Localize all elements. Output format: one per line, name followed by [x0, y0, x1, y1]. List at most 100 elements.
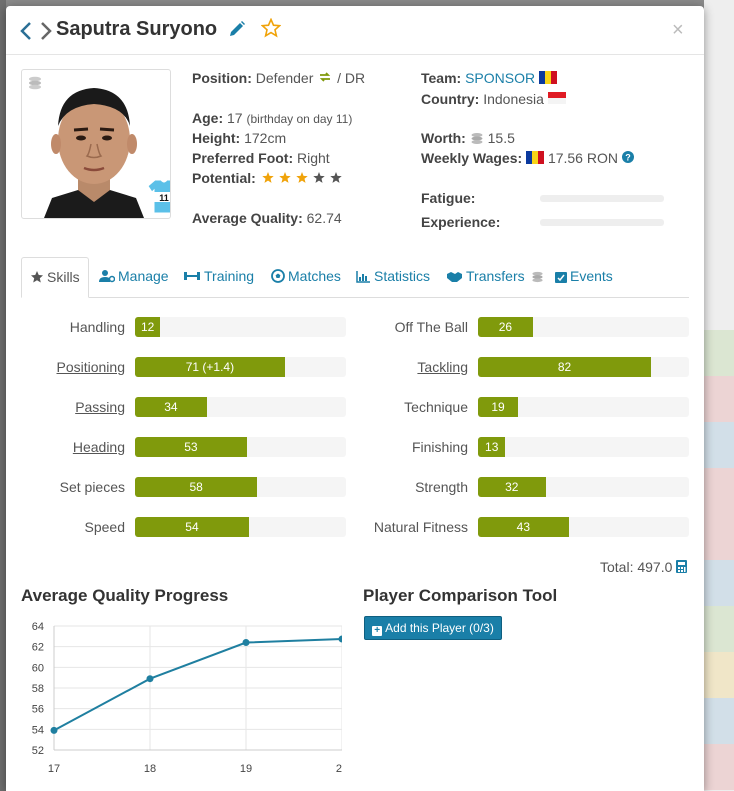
skill-label[interactable]: Positioning — [6, 359, 126, 375]
foot-row: Preferred Foot: Right — [192, 150, 330, 166]
birthday-note: (birthday on day 11) — [246, 112, 353, 126]
skill-bar-fill: 82 — [478, 357, 652, 377]
potential-star-filled — [262, 172, 274, 183]
close-button[interactable]: × — [672, 19, 684, 42]
skill-bar-track: 13 — [478, 437, 689, 457]
foot-label: Preferred Foot: — [192, 150, 294, 166]
player-photo: 11 — [21, 69, 171, 219]
tab-skills-label: Skills — [47, 269, 80, 285]
player-name: Saputra Suryono — [56, 18, 218, 40]
skill-bar-fill: 53 — [135, 437, 247, 457]
skill-label: Set pieces — [59, 479, 125, 495]
chevron-right-icon[interactable] — [40, 22, 52, 40]
soccer-ball-icon — [271, 269, 285, 283]
indonesia-flag-icon — [547, 92, 566, 104]
favorite-star-icon[interactable] — [261, 18, 281, 38]
add-player-button[interactable]: + Add this Player (0/3) — [364, 616, 502, 640]
user-gear-icon — [99, 270, 116, 283]
star-icon — [30, 271, 44, 283]
tab-manage[interactable]: Manage — [99, 257, 169, 297]
skill-bar-fill: 32 — [478, 477, 546, 497]
x-tick-label: 19 — [240, 763, 252, 775]
coins-icon — [531, 271, 543, 283]
team-row: Team: SPONSOR — [421, 70, 557, 86]
experience-bar — [540, 219, 664, 226]
skill-bar-fill: 13 — [478, 437, 506, 457]
age-row: Age: 17 (birthday on day 11) — [192, 110, 352, 126]
romania-flag-icon — [526, 151, 545, 164]
skill-label: Finishing — [411, 439, 468, 455]
skill-bar-fill: 19 — [478, 397, 519, 417]
dumbbell-icon — [184, 272, 200, 280]
tab-training[interactable]: Training — [183, 257, 254, 297]
worth-row: Worth: 15.5 — [421, 130, 515, 146]
avg-quality-row: Average Quality: 62.74 — [192, 210, 342, 226]
handshake-icon — [447, 272, 462, 282]
skill-label: Speed — [84, 519, 125, 535]
fatigue-row: Fatigue: — [421, 190, 475, 206]
skill-label[interactable]: Heading — [6, 439, 125, 455]
data-point — [242, 639, 250, 647]
tab-events[interactable]: Events — [555, 257, 613, 297]
tab-transfers[interactable]: Transfers — [446, 257, 547, 297]
age-label: Age: — [192, 110, 224, 126]
potential-star-filled — [296, 172, 308, 183]
tab-skills[interactable]: Skills — [21, 257, 89, 298]
background-page-right — [704, 0, 734, 791]
worth-label: Worth: — [421, 130, 466, 146]
country-value: Indonesia — [483, 91, 544, 107]
team-link[interactable]: SPONSOR — [465, 70, 535, 86]
aq-progress-title: Average Quality Progress — [21, 586, 229, 605]
avg-quality-label: Average Quality: — [192, 210, 303, 226]
comparison-title: Player Comparison Tool — [363, 586, 558, 605]
data-point — [146, 675, 154, 683]
skill-bar-track: 26 — [478, 317, 689, 337]
skill-bar-fill: 12 — [135, 317, 161, 337]
calendar-check-icon — [555, 272, 567, 283]
position-label: Position: — [192, 70, 252, 86]
series-line — [53, 638, 342, 732]
foot-value: Right — [297, 150, 330, 166]
chevron-left-icon[interactable] — [20, 22, 32, 40]
aq-progress-chart: 52 54 56 58 60 62 64 17 18 19 20 — [32, 621, 342, 775]
y-tick-label: 52 — [32, 745, 44, 757]
skill-bar-fill: 34 — [135, 397, 207, 417]
country-row: Country: Indonesia — [421, 91, 566, 107]
position-row: Position: Defender / DR — [192, 70, 365, 86]
total-value: Total: 497.0 — [600, 559, 673, 575]
wages-value: 17.56 RON — [547, 150, 618, 166]
skill-bar-track: 82 — [478, 357, 689, 377]
team-label: Team: — [421, 70, 462, 86]
potential-label: Potential: — [192, 170, 256, 186]
experience-row: Experience: — [421, 214, 500, 230]
experience-label: Experience: — [421, 214, 501, 230]
skill-bar-fill: 71 (+1.4) — [135, 357, 285, 377]
age-value: 17 — [227, 110, 243, 126]
height-label: Height: — [192, 130, 241, 146]
skill-bar-track: 43 — [478, 517, 689, 537]
wages-row: Weekly Wages: 17.56 RON ? — [421, 150, 634, 166]
y-tick-label: 60 — [32, 662, 44, 674]
jersey-number: 11 — [159, 193, 169, 203]
pencil-icon[interactable] — [228, 20, 246, 38]
tab-statistics[interactable]: Statistics — [356, 257, 430, 297]
data-point — [338, 635, 342, 643]
svg-text:?: ? — [625, 153, 631, 163]
skill-label[interactable]: Tackling — [348, 359, 468, 375]
tab-matches-label: Matches — [288, 268, 341, 284]
help-icon[interactable]: ? — [621, 151, 634, 163]
swap-icon[interactable] — [319, 71, 331, 83]
avg-quality-value: 62.74 — [306, 210, 342, 226]
x-tick-label: 20 — [336, 763, 342, 775]
tab-events-label: Events — [570, 268, 613, 284]
worth-value: 15.5 — [487, 130, 515, 146]
player-modal: Saputra Suryono × 11 Position: Defender … — [6, 6, 704, 791]
calculator-icon[interactable] — [676, 560, 688, 573]
potential-star-filled — [279, 172, 291, 183]
skill-bar-track: 54 — [135, 517, 346, 537]
fatigue-label: Fatigue: — [421, 190, 476, 206]
skill-label[interactable]: Passing — [6, 399, 125, 415]
tab-transfers-label: Transfers — [466, 268, 525, 284]
tab-matches[interactable]: Matches — [271, 257, 341, 297]
coins-icon — [29, 76, 41, 90]
